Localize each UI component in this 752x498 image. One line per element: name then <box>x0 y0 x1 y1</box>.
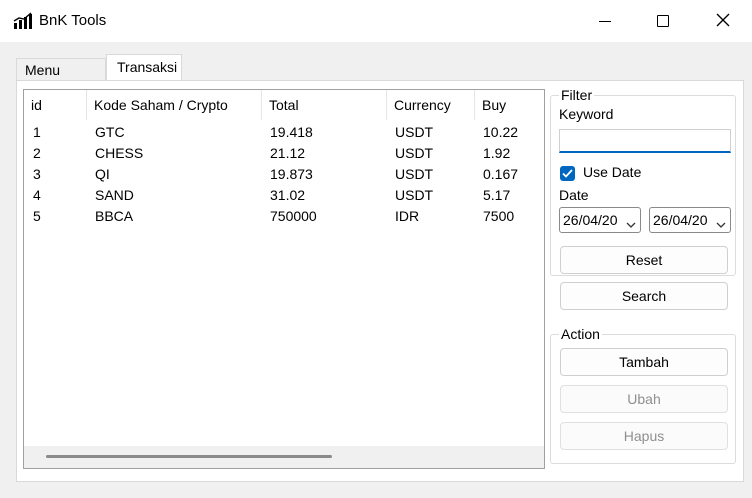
search-button[interactable]: Search <box>560 282 728 310</box>
chart-bars-icon <box>13 12 33 30</box>
date-to-picker[interactable]: 26/04/20 <box>649 207 731 233</box>
cell-buy: 10.22 <box>483 124 519 140</box>
cell-currency: USDT <box>395 166 434 182</box>
cell-kode: BBCA <box>95 208 134 224</box>
cell-total: 21.12 <box>270 145 306 161</box>
ubah-button[interactable]: Ubah <box>560 385 728 413</box>
cell-kode: SAND <box>95 187 134 203</box>
chevron-down-icon <box>626 216 636 232</box>
cell-id: 2 <box>33 145 41 161</box>
transactions-grid[interactable]: id Kode Saham / Crypto Total Currency Bu… <box>23 89 545 469</box>
title-bar: BnK Tools <box>0 0 752 42</box>
cell-id: 1 <box>33 124 41 140</box>
cell-currency: IDR <box>395 208 420 224</box>
action-group: Action Tambah Ubah Hapus <box>550 326 736 464</box>
table-row[interactable]: 1 GTC 19.418 USDT 10.22 <box>24 122 544 143</box>
tab-menu-utama[interactable]: Menu Utama <box>16 58 106 94</box>
column-header-kode[interactable]: Kode Saham / Crypto <box>87 90 262 120</box>
column-header-id[interactable]: id <box>24 90 87 120</box>
tambah-button[interactable]: Tambah <box>560 348 728 376</box>
column-header-total[interactable]: Total <box>262 90 387 120</box>
horizontal-scrollbar[interactable] <box>24 446 544 468</box>
use-date-label: Use Date <box>583 164 642 180</box>
cell-id: 3 <box>33 166 41 182</box>
table-row[interactable]: 2 CHESS 21.12 USDT 1.92 <box>24 143 544 164</box>
cell-kode: QI <box>95 166 110 182</box>
table-row[interactable]: 3 QI 19.873 USDT 0.167 <box>24 164 544 185</box>
cell-buy: 0.167 <box>483 166 519 182</box>
column-header-buy[interactable]: Buy <box>475 90 544 120</box>
window-title: BnK Tools <box>39 12 107 29</box>
keyword-label: Keyword <box>559 106 614 122</box>
check-icon <box>562 169 573 178</box>
cell-total: 19.418 <box>270 124 313 140</box>
cell-buy: 1.92 <box>483 145 511 161</box>
column-header-currency[interactable]: Currency <box>387 90 475 120</box>
cell-total: 31.02 <box>270 187 306 203</box>
cell-id: 4 <box>33 187 41 203</box>
date-from-value: 26/04/20 <box>563 212 618 228</box>
close-button[interactable] <box>694 0 752 42</box>
window-client: Menu Utama Transaksi id Kode Saham / Cry… <box>0 42 752 498</box>
grid-body: 1 GTC 19.418 USDT 10.22 2 CHESS 21.12 US… <box>24 120 544 446</box>
use-date-checkbox[interactable] <box>560 166 575 181</box>
keyword-input[interactable] <box>559 129 731 153</box>
cell-total: 19.873 <box>270 166 313 182</box>
filter-group: Filter Keyword Use Date Date 26/04/20 26… <box>550 87 736 310</box>
tab-transaksi[interactable]: Transaksi <box>106 54 182 82</box>
grid-header: id Kode Saham / Crypto Total Currency Bu… <box>24 90 544 120</box>
action-legend: Action <box>559 326 602 342</box>
minimize-button[interactable] <box>576 0 634 42</box>
maximize-icon <box>657 15 669 27</box>
scrollbar-thumb[interactable] <box>46 455 332 458</box>
tab-label: Transaksi <box>117 59 178 75</box>
cell-kode: CHESS <box>95 145 144 161</box>
table-row[interactable]: 5 BBCA 750000 IDR 7500 <box>24 206 544 227</box>
cell-currency: USDT <box>395 145 434 161</box>
cell-buy: 7500 <box>483 208 515 224</box>
cell-kode: GTC <box>95 124 125 140</box>
minimize-icon <box>599 20 611 22</box>
table-row[interactable]: 4 SAND 31.02 USDT 5.17 <box>24 185 544 206</box>
date-from-picker[interactable]: 26/04/20 <box>559 207 641 233</box>
reset-button[interactable]: Reset <box>560 246 728 274</box>
chevron-down-icon <box>716 216 726 232</box>
cell-buy: 5.17 <box>483 187 511 203</box>
maximize-button[interactable] <box>634 0 692 42</box>
cell-currency: USDT <box>395 124 434 140</box>
cell-currency: USDT <box>395 187 434 203</box>
cell-id: 5 <box>33 208 41 224</box>
tab-page-transaksi: id Kode Saham / Crypto Total Currency Bu… <box>16 80 744 482</box>
cell-total: 750000 <box>270 208 317 224</box>
hapus-button[interactable]: Hapus <box>560 422 728 450</box>
date-label: Date <box>559 187 589 203</box>
close-icon <box>716 13 730 30</box>
filter-legend: Filter <box>559 87 595 103</box>
date-to-value: 26/04/20 <box>653 212 708 228</box>
